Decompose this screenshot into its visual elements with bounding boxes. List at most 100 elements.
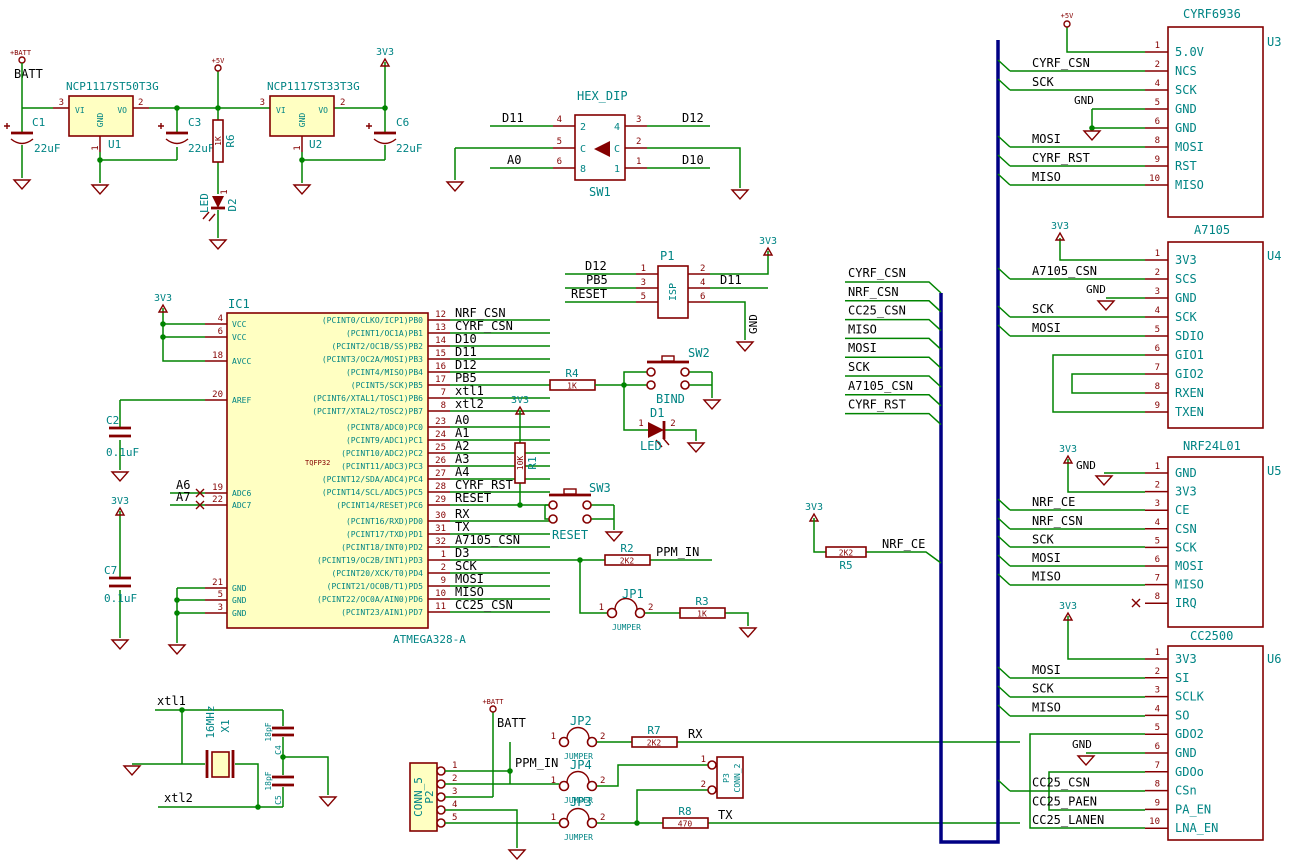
gnd-label: GND <box>1086 283 1106 296</box>
p2-pin-pad <box>437 819 445 827</box>
r6-ref: R6 <box>224 134 237 147</box>
junction <box>299 157 305 163</box>
p3-pin2: 2 <box>701 780 706 790</box>
c5-value: 18pF <box>264 771 273 790</box>
pin-name: (PCINT11/ADC3)PC3 <box>341 462 423 471</box>
pin-name: (PCINT6/XTAL1/TOSC1)PB6 <box>312 394 423 403</box>
p1-ref: P1 <box>660 249 674 263</box>
pin-number: 22 <box>212 495 223 505</box>
pin-name: (PCINT17/TXD)PD1 <box>346 530 423 539</box>
net-label: NRF_CE <box>1032 495 1075 509</box>
r5-value: 2K2 <box>839 549 854 558</box>
pin-number: 8 <box>1155 136 1160 146</box>
gnd-label: GND <box>1074 94 1094 107</box>
pin-number: 19 <box>212 483 223 493</box>
pin-number: 9 <box>1155 155 1160 165</box>
u3-ref: U3 <box>1267 35 1281 49</box>
u6-ref: U6 <box>1267 652 1281 666</box>
u2-pin2: 2 <box>340 98 345 108</box>
ic1-package: TQFP32 <box>305 459 330 467</box>
r1-value: 10K <box>516 456 525 471</box>
hexdip-title: HEX_DIP <box>577 89 628 103</box>
p3v3-flag-label: 3V3 <box>376 47 394 58</box>
net-label: CC25_CSN <box>1032 776 1090 790</box>
net-label: MISO <box>1032 570 1061 584</box>
net-label: CYRF_CSN <box>455 319 513 333</box>
p3-name: CONN_2 <box>733 763 742 792</box>
net-label: PB5 <box>586 273 608 287</box>
net-label: MOSI <box>1032 663 1061 677</box>
pin-name: (PCINT10/ADC2)PC2 <box>341 449 423 458</box>
pin-name: GND <box>1175 746 1197 760</box>
sw2-contact <box>647 368 655 376</box>
pin-number: 10 <box>1149 817 1160 827</box>
net-label: A7105_CSN <box>848 379 913 393</box>
net-label: A7105_CSN <box>1032 264 1097 278</box>
pin-number: 5 <box>641 292 646 302</box>
net-label: xtl2 <box>164 791 193 805</box>
pin-number: 3 <box>1155 686 1160 696</box>
pin-number: 5 <box>452 813 457 823</box>
pin-number: 12 <box>435 310 446 320</box>
net-label: xtl2 <box>455 397 484 411</box>
pin-number: 2 <box>636 137 641 147</box>
pin-name: (PCINT8/ADC0)PC0 <box>346 423 423 432</box>
p3-pin-pad <box>708 761 716 769</box>
u4-ref: U4 <box>1267 249 1281 263</box>
net-label: D11 <box>455 345 477 359</box>
pin-number: 11 <box>435 602 446 612</box>
d1-pin1: 1 <box>638 419 643 429</box>
pin-number: 3 <box>1155 287 1160 297</box>
junction <box>255 804 261 810</box>
jp2-pin1: 1 <box>551 732 556 742</box>
c6-ref: C6 <box>396 116 409 129</box>
pin-name: (PCINT0/CLKO/ICP1)PB0 <box>322 316 423 325</box>
p3v3-flag-label: 3V3 <box>805 502 823 513</box>
pin-number: 15 <box>435 349 446 359</box>
sw1-inner: 8 <box>580 164 586 175</box>
sw2-contact <box>647 381 655 389</box>
net-label: CC25_CSN <box>455 598 513 612</box>
pin-name: SCK <box>1175 83 1197 97</box>
pin-name: (PCINT3/OC2A/MOSI)PB3 <box>322 355 423 364</box>
sw1-inner: 2 <box>580 122 586 133</box>
pin-name: (PCINT22/OC0A/AIN0)PD6 <box>317 595 423 604</box>
pin-name: NCS <box>1175 64 1197 78</box>
net-label: A1 <box>455 426 469 440</box>
pin-number: 4 <box>218 314 223 324</box>
sw1-inner: 1 <box>614 164 620 175</box>
pin-name: MOSI <box>1175 140 1204 154</box>
junction <box>97 157 103 163</box>
pin-number: 9 <box>1155 798 1160 808</box>
sw2-value: BIND <box>656 392 685 406</box>
sw1-inner: C <box>580 144 586 155</box>
batt-net-label: BATT <box>14 67 43 81</box>
p5v-flag-label: +5V <box>212 57 225 65</box>
net-label: CC25_PAEN <box>1032 794 1097 808</box>
sw1-inner: C <box>614 144 620 155</box>
r1-ref: R1 <box>526 456 539 469</box>
pin-number: 31 <box>435 524 446 534</box>
net-label: MISO <box>848 322 877 336</box>
pin-name: CSn <box>1175 784 1197 798</box>
gnd-label: GND <box>747 314 760 334</box>
net-label: D12 <box>455 358 477 372</box>
pin-number: 1 <box>452 761 457 771</box>
u5-title: NRF24L01 <box>1183 439 1241 453</box>
pin-name: (PCINT19/OC2B/INT1)PD3 <box>317 556 423 565</box>
ic1-part: ATMEGA328-A <box>393 633 466 646</box>
pin-name: PA_EN <box>1175 802 1211 816</box>
pin-number: 6 <box>557 157 562 167</box>
pin-name: RST <box>1175 159 1197 173</box>
p3-ref: P3 <box>722 773 731 783</box>
u2-vo-pin-name: VO <box>318 106 328 115</box>
pin-name: 3V3 <box>1175 253 1197 267</box>
net-label: xtl1 <box>455 384 484 398</box>
pin-name: SDIO <box>1175 329 1204 343</box>
c3-ref: C3 <box>188 116 201 129</box>
jp1-pin2: 2 <box>648 603 653 613</box>
net-label: D10 <box>455 332 477 346</box>
junction <box>621 382 627 388</box>
pin-name: 5.0V <box>1175 45 1204 59</box>
net-label: NRF_CSN <box>848 285 899 299</box>
